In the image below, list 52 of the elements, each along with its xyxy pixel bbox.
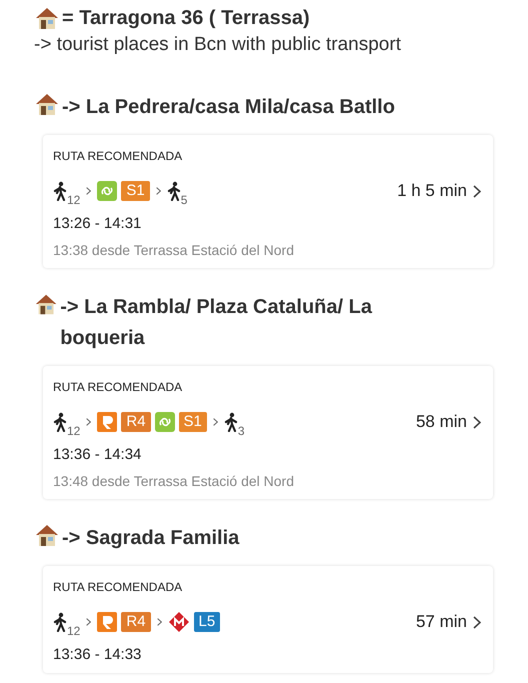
chevron-icon [212,418,218,426]
walking-person-icon [224,412,238,432]
house-icon [34,92,60,116]
line-badge: R4 [121,612,151,632]
walk-minutes: 3 [238,424,245,438]
walking-person-icon [166,181,181,201]
home-title: = Tarragona 36 ( Terrassa) [62,6,310,30]
train-logo-icon [97,181,118,201]
metro-logo-icon [168,611,190,633]
route-label: RUTA RECOMENDADA [53,380,184,394]
chevron-icon [473,416,481,428]
route-times: 13:36 - 14:33 [53,646,142,663]
destination-heading: -> La Rambla/ Plaza Cataluña/ La boqueria [60,295,374,351]
chevron-icon [86,618,92,626]
departure-info: 13:38 desde Terrassa Estació del Nord [53,242,295,258]
route-duration: 1 h 5 min [397,181,467,201]
subtitle: -> tourist places in Bcn with public transport [34,34,402,56]
line-badge: L5 [194,612,220,632]
line-badge: S1 [178,412,207,432]
walk-minutes: 5 [180,193,188,207]
house-icon [34,292,58,316]
line-badge: R4 [121,412,151,432]
destination-heading: -> La Pedrera/casa Mila/casa Batllo [62,95,395,120]
walk-minutes: 12 [67,624,80,638]
route-card[interactable]: RUTA RECOMENDADA 12 R4 S1 3 58 min 13:36 - 14:34 13:48 desde Terrassa Estació del Nord [43,366,493,499]
route-label: RUTA RECOMENDADA [53,149,184,163]
route-card[interactable]: RUTA RECOMENDADA 12 S1 5 1 h 5 min 13:26 - 14:31 13:38 desde Terrassa Estació del Nord [43,135,493,268]
route-label: RUTA RECOMENDADA [53,580,184,594]
chevron-icon [156,618,162,626]
train-logo-icon [154,412,175,432]
chevron-icon [86,418,92,426]
house-icon [34,6,60,30]
route-times: 13:36 - 14:34 [53,446,142,463]
line-badge: S1 [121,181,150,201]
chevron-icon [86,187,92,195]
route-times: 13:26 - 14:31 [53,215,142,232]
departure-info: 13:48 desde Terrassa Estació del Nord [53,473,295,489]
rail-logo-icon [97,412,118,432]
house-icon [34,523,60,547]
route-duration: 57 min [416,612,467,632]
route-card[interactable]: RUTA RECOMENDADA 12 R4 L5 57 min 13:36 - 14:33 [43,566,493,673]
walk-minutes: 12 [67,424,80,438]
walking-person-icon [53,412,67,432]
walk-minutes: 12 [67,193,80,207]
chevron-icon [473,184,481,198]
walking-person-icon [53,181,67,201]
destination-heading: -> Sagrada Familia [62,526,240,551]
chevron-icon [473,616,481,628]
route-duration: 58 min [416,412,467,432]
chevron-icon [156,187,161,195]
rail-logo-icon [97,612,118,632]
walking-person-icon [53,612,67,632]
